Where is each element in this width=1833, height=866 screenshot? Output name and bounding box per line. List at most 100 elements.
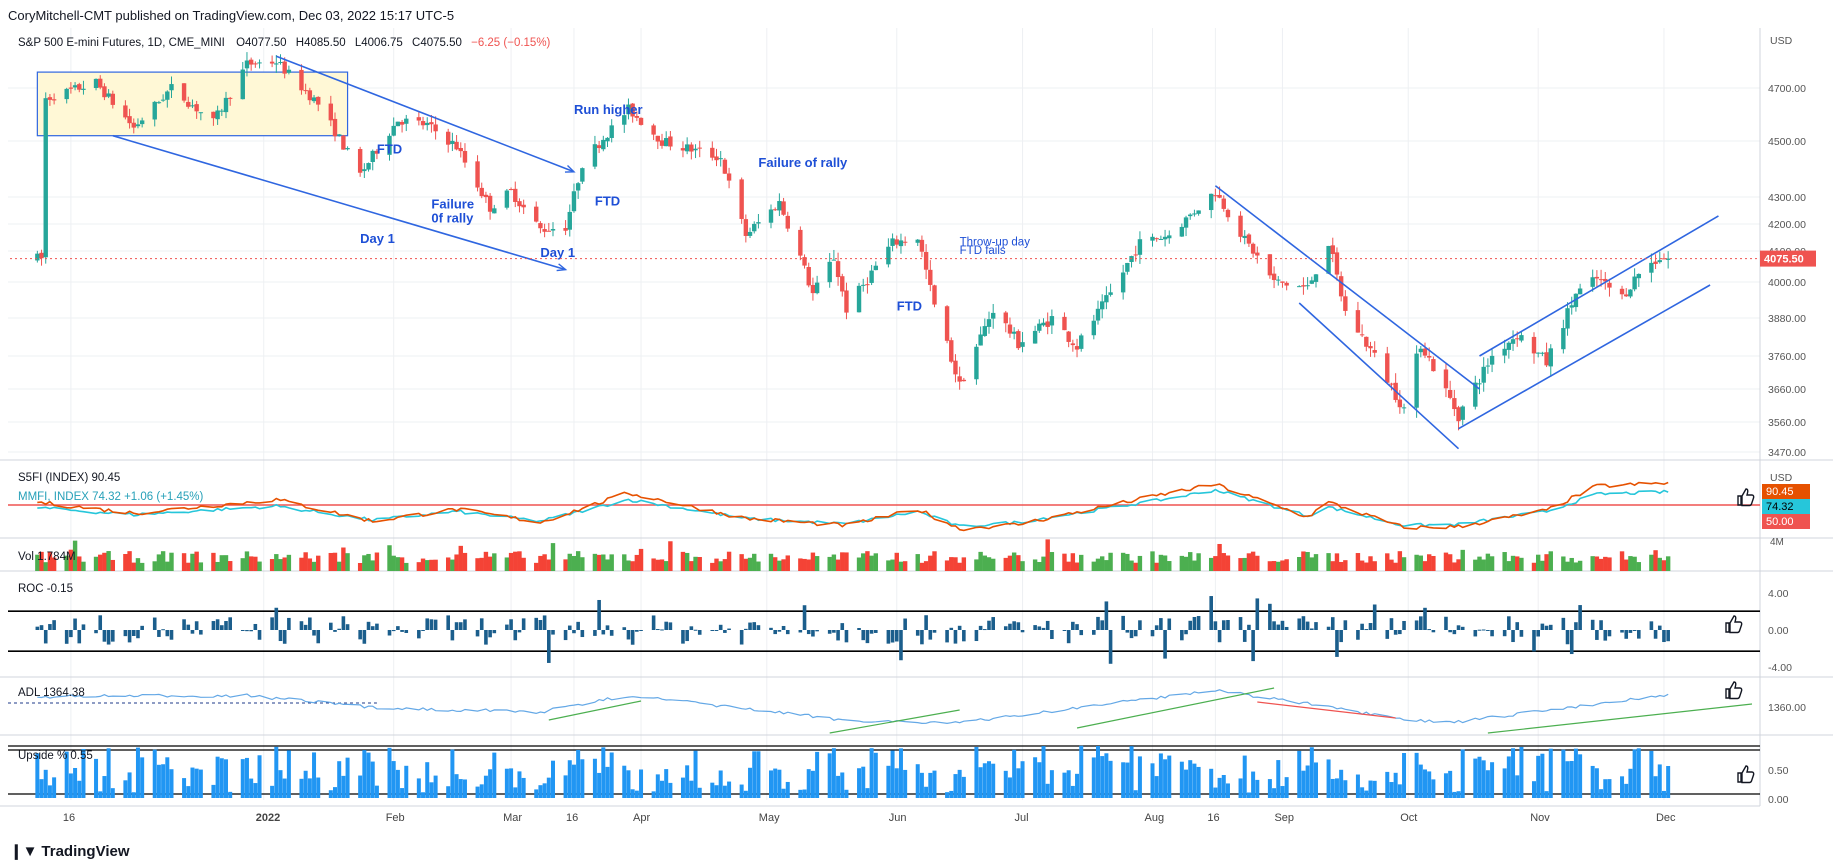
roc-bar (1330, 617, 1335, 630)
thumbs-up-icon[interactable] (1737, 765, 1755, 784)
upside-bar (634, 790, 639, 798)
roc-bar (1100, 620, 1104, 630)
upside-bar (668, 782, 673, 798)
thumbs-up-icon[interactable] (1737, 488, 1755, 507)
upside-bar (282, 778, 287, 798)
candle-body (944, 306, 950, 341)
adl-line (37, 689, 1669, 725)
roc-bar (299, 621, 304, 630)
upside-bar (1565, 761, 1570, 798)
candle-body (1636, 273, 1642, 279)
volume-bar (198, 562, 204, 571)
roc-bar (1339, 630, 1343, 643)
upside-bar (982, 763, 987, 798)
time-tick-label: Aug (1145, 812, 1165, 824)
roc-bar (806, 630, 811, 635)
roc-bar (924, 615, 928, 630)
volume-bar (810, 552, 816, 571)
upside-bar (1607, 779, 1612, 798)
roc-bar (827, 630, 832, 634)
roc-bar (609, 630, 614, 636)
volume-bar (1091, 561, 1097, 571)
roc-bar (249, 630, 253, 632)
roc-bar (991, 617, 995, 630)
upside-bar (1452, 791, 1457, 798)
roc-bar (1096, 616, 1100, 630)
candle-body (1188, 214, 1193, 217)
upside-bar (1179, 761, 1184, 798)
upside-bar (873, 752, 878, 798)
roc-bar (1532, 630, 1536, 652)
volume-bar (1238, 558, 1243, 571)
candle-body (336, 134, 342, 136)
upside-bar (43, 769, 48, 798)
roc-bar (1481, 629, 1486, 631)
candle-body (1397, 399, 1403, 408)
upside-bar (274, 746, 279, 798)
candle-body (77, 84, 82, 90)
volume-bar (1020, 561, 1025, 571)
candle-body (492, 208, 497, 214)
volume-bar (630, 561, 635, 571)
adl-red-trendline (1257, 701, 1396, 719)
volume-bar (1489, 556, 1495, 571)
volume-bar (81, 561, 86, 571)
upside-bar (1125, 762, 1130, 798)
roc-bar (815, 630, 819, 632)
volume-bar (1297, 556, 1302, 571)
roc-bar (433, 619, 438, 630)
volume-bar (345, 553, 350, 571)
last-price-tag: 4075.50 (10, 250, 1816, 267)
upside-bar (387, 747, 392, 798)
thumbs-up-icon[interactable] (1725, 681, 1743, 700)
roc-legend: ROC -0.15 (18, 583, 73, 595)
upside-bar (1309, 747, 1314, 798)
upside-bar (974, 746, 979, 798)
upside-bar (898, 748, 903, 798)
candle-body (1074, 346, 1080, 350)
candle-body (517, 201, 522, 207)
candle-body (135, 124, 141, 127)
candle-body (345, 148, 350, 150)
chart-canvas[interactable]: FTD Failure0f rally Day 1 Run higher FTD Day … (0, 0, 1833, 866)
upside-bar (576, 749, 581, 798)
roc-bar (64, 630, 69, 644)
roc-bar (1662, 630, 1666, 643)
roc-bar (693, 629, 698, 631)
volume-bar (534, 562, 539, 571)
candle-body (366, 163, 371, 170)
upside-bar (1079, 745, 1084, 798)
roc-bar (685, 630, 689, 642)
thumbs-up-icon[interactable] (1725, 615, 1743, 634)
roc-bar (421, 630, 425, 631)
upside-bar (450, 749, 455, 798)
volume-bar (1355, 553, 1361, 571)
roc-bar (983, 629, 987, 631)
upside-bar (1661, 790, 1666, 798)
upside-bar (622, 765, 627, 798)
tradingview-logo[interactable]: ❙▼ TradingView (10, 842, 130, 860)
volume-bar (395, 557, 401, 571)
candle-body (1535, 352, 1541, 354)
volume-bar (1565, 561, 1570, 571)
candle-body (1619, 288, 1625, 295)
volume-bar (1510, 555, 1516, 571)
volume-bar (1208, 557, 1214, 571)
upside-bar (827, 753, 832, 798)
candle-body (244, 60, 250, 69)
candle-body (1196, 210, 1201, 214)
candle-body (1313, 274, 1319, 282)
volume-bar (886, 560, 891, 571)
upside-bar (240, 759, 245, 798)
volume-bar (961, 557, 967, 571)
candle-body (521, 204, 526, 208)
volume-bar (739, 554, 744, 571)
upside-bar (299, 778, 304, 798)
upside-bar (257, 755, 262, 798)
volume-bar (508, 552, 514, 571)
volume-bar (1221, 553, 1226, 571)
candle-body (1489, 355, 1495, 365)
time-tick-label: Oct (1400, 812, 1417, 824)
upside-bar (1393, 772, 1398, 798)
candle-body (772, 209, 778, 211)
